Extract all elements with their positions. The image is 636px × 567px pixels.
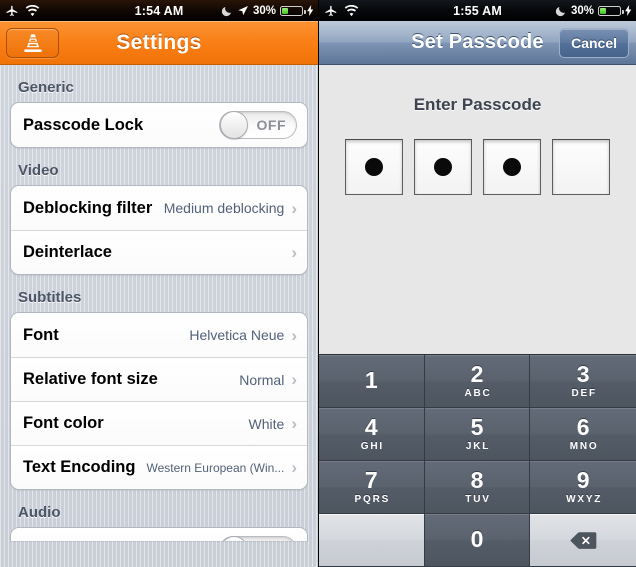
key-0[interactable]: 0: [424, 514, 531, 567]
passcode-prompt: Enter Passcode: [413, 95, 542, 114]
key-number: 2: [470, 361, 484, 388]
key-letters: PQRS: [354, 493, 391, 505]
settings-nav-bar: Settings: [0, 21, 318, 65]
dual-screenshot: 1:54 AM 30% Settings Generic Passcode Lo…: [0, 0, 636, 567]
section-header-audio: Audio: [18, 504, 61, 521]
key-8[interactable]: 8 TUV: [424, 461, 531, 514]
settings-list[interactable]: Generic Passcode Lock OFF Video Deblocki…: [0, 65, 318, 567]
row-label: Font: [23, 325, 59, 344]
passcode-dot: [434, 158, 452, 176]
key-delete[interactable]: [530, 514, 636, 567]
key-number: 8: [470, 467, 484, 494]
key-letters: TUV: [465, 493, 491, 505]
key-letters: WXYZ: [566, 493, 603, 505]
passcode-box-3: [483, 139, 541, 195]
chevron-right-icon: ›: [291, 243, 297, 262]
chevron-right-icon: ›: [291, 414, 297, 433]
row-passcode-lock[interactable]: Passcode Lock OFF: [11, 103, 307, 147]
passcode-dot: [503, 158, 521, 176]
passcode-box-4: [552, 139, 610, 195]
section-header-subtitles: Subtitles: [18, 289, 82, 306]
settings-group-audio: [10, 527, 308, 541]
right-pane-set-passcode: 1:55 AM 30% Set Passcode Cancel Enter Pa…: [318, 0, 636, 567]
passcode-box-1: [345, 139, 403, 195]
right-status-bar: 1:55 AM 30%: [319, 0, 636, 21]
row-value: Helvetica Neue: [189, 327, 285, 343]
row-label: Passcode Lock: [23, 115, 144, 134]
key-4[interactable]: 4 GHI: [319, 408, 425, 461]
settings-group-subtitles: Font Helvetica Neue › Relative font size…: [10, 312, 308, 490]
key-number: 4: [364, 414, 378, 441]
section-header-generic: Generic: [18, 79, 74, 96]
key-letters: GHI: [360, 440, 384, 452]
chevron-right-icon: ›: [291, 370, 297, 389]
settings-group-generic: Passcode Lock OFF: [10, 102, 308, 148]
passcode-boxes: [319, 139, 636, 195]
key-number: 0: [470, 526, 484, 553]
passcode-lock-switch[interactable]: OFF: [219, 111, 297, 139]
vlc-cone-icon: [23, 33, 42, 52]
row-audio-clipped[interactable]: [11, 528, 307, 541]
row-label: Relative font size: [23, 370, 158, 388]
left-status-bar: 1:54 AM 30%: [0, 0, 318, 21]
row-relative-font-size[interactable]: Relative font size Normal ›: [11, 357, 307, 401]
row-value: Medium deblocking: [163, 200, 285, 216]
chevron-right-icon: ›: [291, 458, 297, 477]
battery-icon: [280, 5, 306, 16]
row-label: Text Encoding: [23, 458, 136, 476]
row-deinterlace[interactable]: Deinterlace ›: [11, 230, 307, 274]
key-number: 6: [576, 414, 590, 441]
status-time: 1:54 AM: [134, 3, 184, 18]
passcode-body: Enter Passcode 1 2 ABC 3 DEF 4 GHI 5 JKL…: [319, 65, 636, 567]
settings-group-video: Deblocking filter Medium deblocking › De…: [10, 185, 308, 275]
key-number: 1: [364, 366, 378, 393]
key-1[interactable]: 1: [319, 355, 425, 408]
chevron-right-icon: ›: [291, 325, 297, 345]
key-6[interactable]: 6 MNO: [530, 408, 636, 461]
key-2[interactable]: 2 ABC: [424, 355, 531, 408]
key-9[interactable]: 9 WXYZ: [530, 461, 636, 514]
audio-switch[interactable]: [219, 536, 297, 541]
row-value: Western European (Win...: [146, 460, 285, 475]
passcode-entry-area: Enter Passcode: [319, 65, 636, 325]
key-number: 7: [364, 467, 378, 494]
row-deblocking-filter[interactable]: Deblocking filter Medium deblocking ›: [11, 186, 307, 230]
chevron-right-icon: ›: [291, 198, 297, 218]
passcode-nav-bar: Set Passcode Cancel: [319, 21, 636, 65]
key-letters: MNO: [569, 440, 599, 452]
passcode-dot: [365, 158, 383, 176]
key-3[interactable]: 3 DEF: [530, 355, 636, 408]
key-7[interactable]: 7 PQRS: [319, 461, 425, 514]
key-letters: JKL: [465, 440, 491, 452]
row-label: Font color: [23, 414, 104, 432]
key-5[interactable]: 5 JKL: [424, 408, 531, 461]
status-time: 1:55 AM: [453, 3, 502, 18]
row-font-color[interactable]: Font color White ›: [11, 401, 307, 445]
left-pane-settings: 1:54 AM 30% Settings Generic Passcode Lo…: [0, 0, 318, 567]
backspace-icon: [570, 531, 597, 550]
switch-knob: [220, 111, 248, 139]
row-text-encoding[interactable]: Text Encoding Western European (Win... ›: [11, 445, 307, 489]
key-number: 9: [576, 467, 590, 494]
key-number: 5: [470, 414, 484, 441]
row-font[interactable]: Font Helvetica Neue ›: [11, 313, 307, 357]
switch-knob: [220, 536, 248, 541]
key-blank: [319, 514, 425, 567]
cancel-button[interactable]: Cancel: [559, 27, 629, 58]
section-header-video: Video: [18, 162, 59, 179]
switch-state-label: OFF: [256, 117, 286, 133]
row-value: White: [248, 415, 285, 432]
battery-icon: [598, 5, 624, 16]
row-label: Deinterlace: [23, 243, 112, 261]
vlc-cone-icon-button[interactable]: [6, 27, 59, 58]
key-letters: DEF: [571, 387, 597, 399]
numeric-keypad[interactable]: 1 2 ABC 3 DEF 4 GHI 5 JKL 6 MNO 7 PQRS 8…: [319, 354, 636, 567]
key-number: 3: [576, 361, 590, 388]
passcode-box-2: [414, 139, 472, 195]
key-letters: ABC: [464, 387, 492, 399]
row-value: Normal: [239, 371, 285, 388]
row-label: Deblocking filter: [23, 198, 153, 217]
